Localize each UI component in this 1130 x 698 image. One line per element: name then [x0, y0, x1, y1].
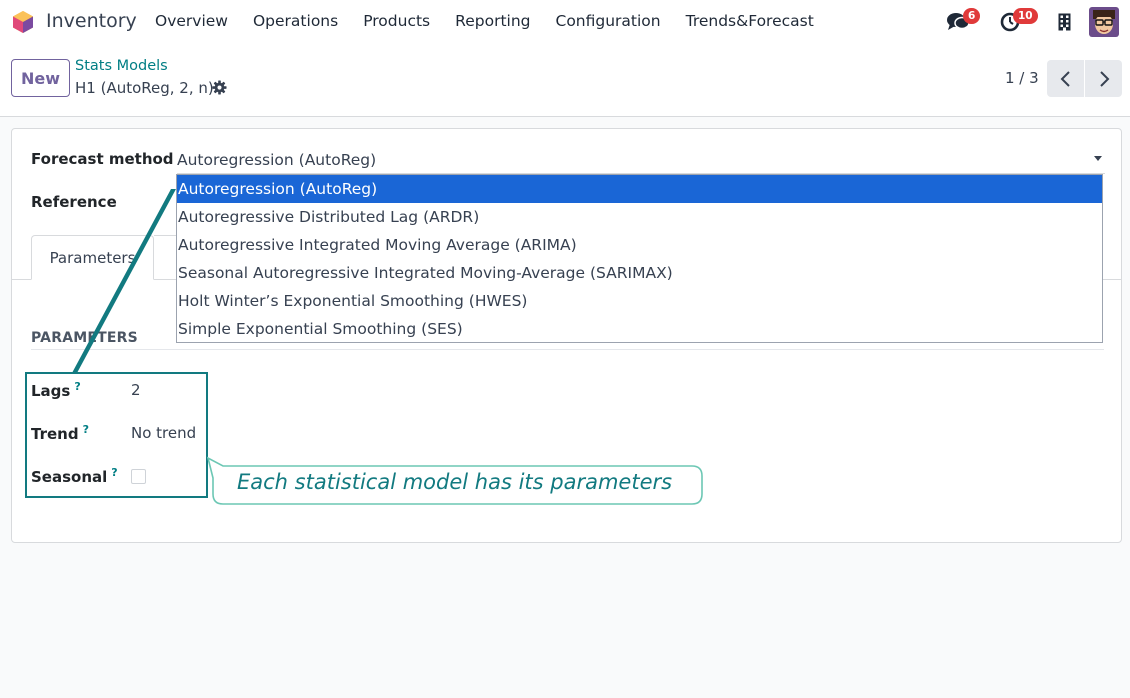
group-divider	[31, 349, 1104, 350]
trend-label: Trend?	[31, 423, 89, 443]
avatar[interactable]	[1089, 7, 1119, 37]
pager-previous-button[interactable]	[1047, 60, 1084, 97]
callout-text: Each statistical model has its parameter…	[237, 470, 673, 494]
menu-overview[interactable]: Overview	[155, 12, 228, 30]
option-arima[interactable]: Autoregressive Integrated Moving Average…	[177, 231, 1102, 259]
menu-products[interactable]: Products	[363, 12, 430, 30]
forecast-method-dropdown: Autoregression (AutoReg) Autoregressive …	[176, 174, 1103, 343]
breadcrumb-stats-models[interactable]: Stats Models	[75, 58, 168, 74]
inventory-app-icon[interactable]	[11, 10, 35, 34]
lags-label-text: Lags	[31, 382, 71, 400]
lags-help-icon[interactable]: ?	[74, 380, 80, 393]
chevron-right-icon	[1099, 70, 1109, 87]
caret-down-icon[interactable]	[1094, 156, 1102, 161]
menu-operations[interactable]: Operations	[253, 12, 338, 30]
messages-badge: 6	[963, 8, 981, 24]
forecast-method-label: Forecast method	[31, 150, 174, 168]
pager-value[interactable]: 1 / 3	[1005, 69, 1039, 87]
trend-label-text: Trend	[31, 425, 79, 443]
seasonal-label: Seasonal?	[31, 466, 118, 486]
record-name: H1 (AutoReg, 2, n)	[75, 79, 214, 97]
parameters-group-title: PARAMETERS	[31, 330, 138, 346]
lags-value[interactable]: 2	[131, 381, 141, 399]
seasonal-help-icon[interactable]: ?	[111, 466, 117, 479]
chevron-left-icon	[1060, 70, 1070, 87]
option-ardr[interactable]: Autoregressive Distributed Lag (ARDR)	[177, 203, 1102, 231]
pager-next-button[interactable]	[1085, 60, 1122, 97]
main-menu: Overview Operations Products Reporting C…	[155, 12, 839, 30]
trend-help-icon[interactable]: ?	[83, 423, 89, 436]
option-hwes[interactable]: Holt Winter’s Exponential Smoothing (HWE…	[177, 287, 1102, 315]
new-button[interactable]: New	[11, 59, 70, 97]
menu-configuration[interactable]: Configuration	[556, 12, 661, 30]
gear-icon[interactable]	[212, 80, 227, 95]
tab-parameters[interactable]: Parameters	[31, 235, 154, 280]
reference-label: Reference	[31, 193, 117, 211]
app-name[interactable]: Inventory	[46, 10, 137, 32]
activities-badge: 10	[1013, 8, 1038, 24]
control-panel: New Stats Models H1 (AutoReg, 2, n) 1 / …	[0, 44, 1130, 117]
option-sarimax[interactable]: Seasonal Autoregressive Integrated Movin…	[177, 259, 1102, 287]
building-icon[interactable]	[1058, 13, 1071, 31]
option-ses[interactable]: Simple Exponential Smoothing (SES)	[177, 315, 1102, 343]
seasonal-label-text: Seasonal	[31, 468, 108, 486]
top-navbar: Inventory Overview Operations Products R…	[0, 0, 1130, 44]
forecast-method-select[interactable]: Autoregression (AutoReg)	[177, 151, 376, 169]
menu-reporting[interactable]: Reporting	[455, 12, 530, 30]
trend-value[interactable]: No trend	[131, 424, 196, 442]
lags-label: Lags?	[31, 380, 81, 400]
option-autoreg[interactable]: Autoregression (AutoReg)	[177, 175, 1102, 203]
seasonal-checkbox[interactable]	[131, 469, 146, 484]
menu-trends-forecast[interactable]: Trends&Forecast	[686, 12, 814, 30]
